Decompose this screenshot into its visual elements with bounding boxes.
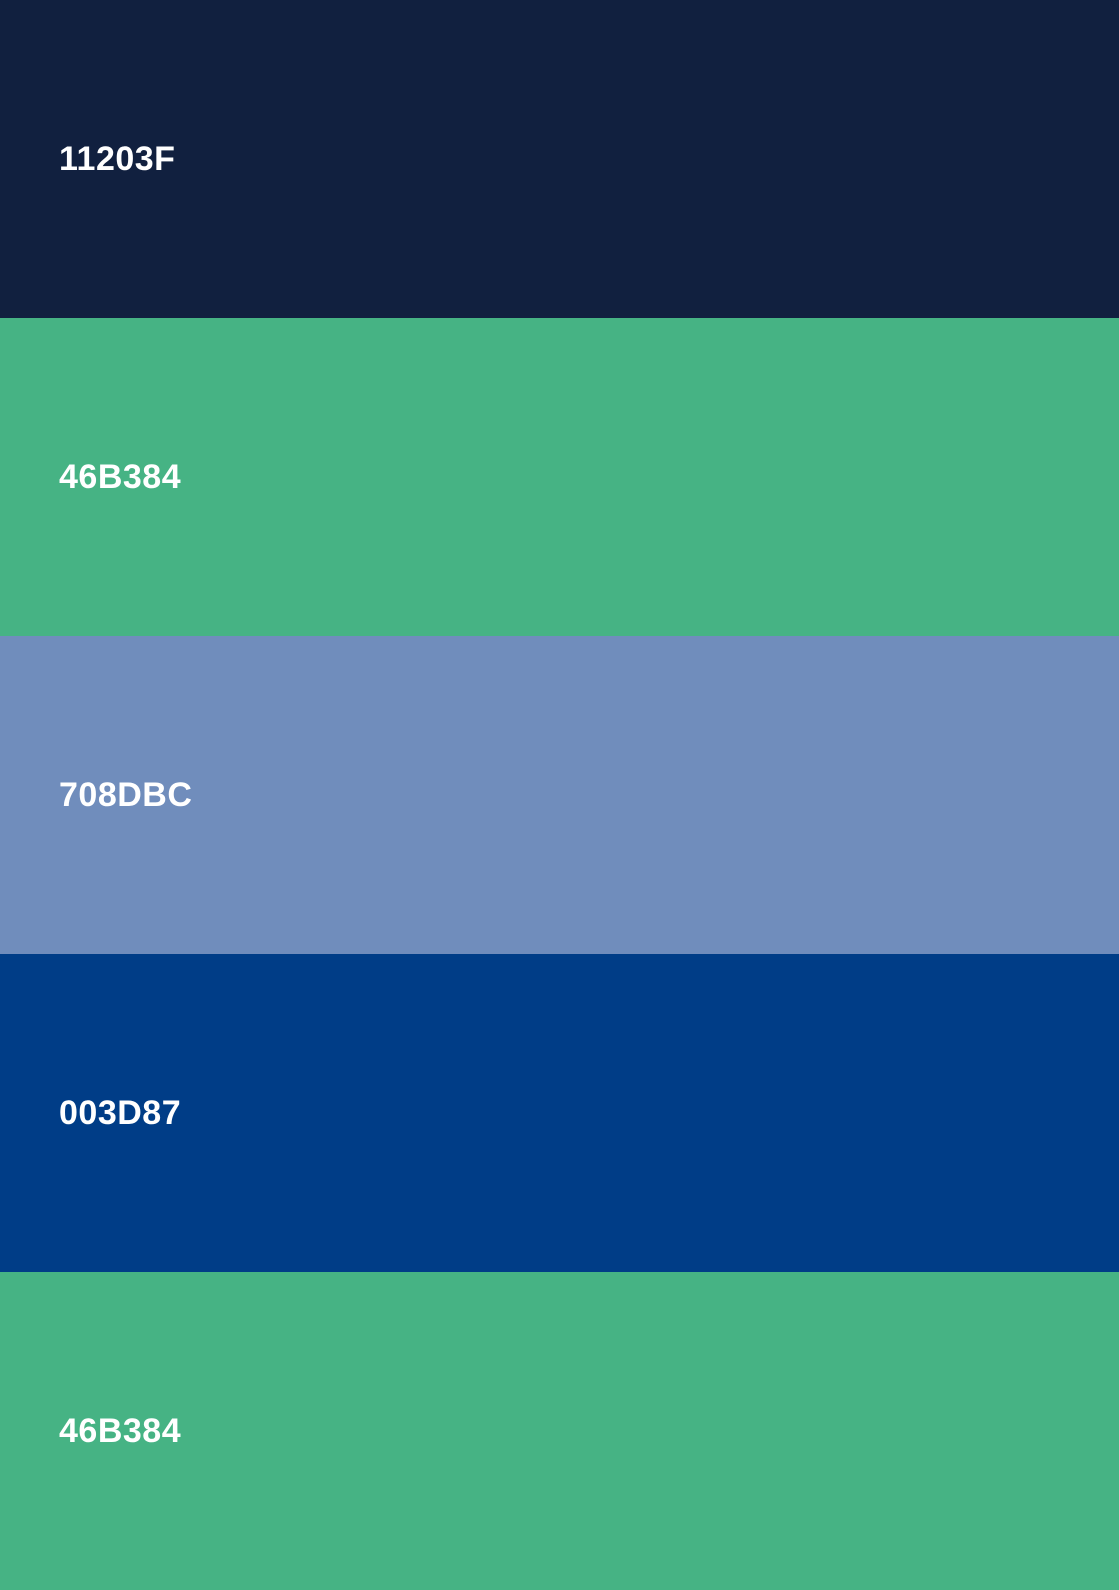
color-swatch-2: 46B384	[0, 318, 1119, 636]
swatch-hex-label: 11203F	[59, 140, 176, 178]
color-swatch-1: 11203F	[0, 0, 1119, 318]
color-swatch-3: 708DBC	[0, 636, 1119, 954]
swatch-hex-label: 708DBC	[59, 776, 193, 814]
color-palette: 11203F 46B384 708DBC 003D87 46B384	[0, 0, 1119, 1590]
swatch-hex-label: 46B384	[59, 1412, 182, 1450]
color-swatch-4: 003D87	[0, 954, 1119, 1272]
color-swatch-5: 46B384	[0, 1272, 1119, 1590]
swatch-hex-label: 46B384	[59, 458, 182, 496]
swatch-hex-label: 003D87	[59, 1094, 182, 1132]
